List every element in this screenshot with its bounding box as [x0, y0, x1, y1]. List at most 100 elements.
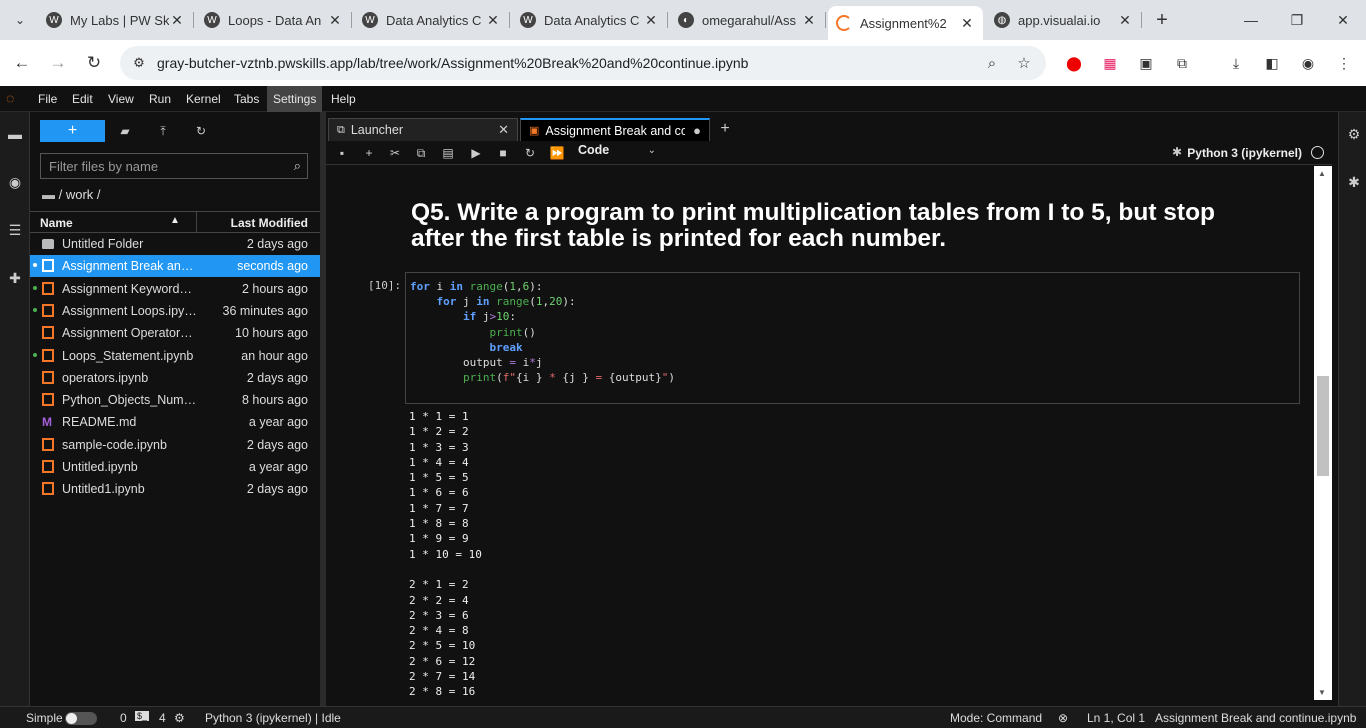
file-row[interactable]: Assignment Operators.i... 10 hours ago: [30, 322, 320, 344]
file-row[interactable]: Python_Objects_Numb... 8 hours ago: [30, 389, 320, 411]
new-tab-button[interactable]: +: [1150, 8, 1174, 32]
close-tab-icon[interactable]: ✕: [169, 12, 185, 29]
restore-icon[interactable]: ❐: [1282, 8, 1312, 32]
terminal-icon[interactable]: $_: [135, 711, 150, 721]
close-tab-icon[interactable]: ✕: [485, 12, 501, 29]
address-bar[interactable]: ⚙ gray-butcher-vztnb.pwskills.app/lab/tr…: [120, 46, 1046, 80]
menu-file[interactable]: File: [32, 86, 63, 112]
run-icon[interactable]: ▶: [467, 144, 485, 162]
column-divider[interactable]: [196, 212, 197, 232]
menu-kernel[interactable]: Kernel: [180, 86, 227, 112]
save-icon[interactable]: ▪: [333, 144, 351, 162]
url-text[interactable]: gray-butcher-vztnb.pwskills.app/lab/tree…: [157, 55, 748, 71]
close-tab-icon[interactable]: ✕: [1117, 12, 1133, 29]
scroll-down-icon[interactable]: ▼: [1318, 688, 1326, 697]
cursor-position[interactable]: Ln 1, Col 1: [1087, 711, 1145, 725]
close-tab-icon[interactable]: ✕: [498, 122, 509, 138]
close-tab-icon[interactable]: ✕: [801, 12, 817, 29]
browser-tab[interactable]: ◍ app.visualai.io ✕: [986, 6, 1142, 34]
tab-launcher[interactable]: ⧉ Launcher ✕: [328, 118, 518, 141]
chrome-menu-icon[interactable]: ⋮: [1334, 53, 1354, 73]
restart-icon[interactable]: ↻: [521, 144, 539, 162]
forward-icon[interactable]: →: [46, 51, 70, 75]
close-tab-icon[interactable]: ✕: [643, 12, 659, 29]
tab-search-icon[interactable]: ⌄: [8, 8, 32, 32]
restart-run-all-icon[interactable]: ⏩: [548, 144, 566, 162]
browser-tab[interactable]: Assignment%2 ✕: [828, 6, 983, 40]
debugger-icon[interactable]: ✱: [1172, 145, 1182, 159]
file-row[interactable]: Untitled Folder 2 days ago: [30, 233, 320, 255]
terminal-count[interactable]: 0: [120, 711, 127, 725]
profile-avatar[interactable]: ◉: [1298, 53, 1318, 73]
browser-tab[interactable]: W Loops - Data An ✕: [196, 6, 352, 34]
menu-tabs[interactable]: Tabs: [228, 86, 265, 112]
simple-mode-toggle[interactable]: [65, 712, 97, 725]
kernel-status-text[interactable]: Python 3 (ipykernel) | Idle: [205, 711, 341, 725]
browser-tab[interactable]: W Data Analytics C ✕: [354, 6, 510, 34]
insert-cell-icon[interactable]: +: [360, 144, 378, 162]
menu-view[interactable]: View: [102, 86, 140, 112]
cell-type-select[interactable]: Code ⌄: [578, 143, 656, 163]
refresh-icon[interactable]: ↻: [192, 120, 210, 142]
close-window-icon[interactable]: ✕: [1328, 8, 1358, 32]
notification-icon[interactable]: ⊗: [1058, 711, 1068, 725]
file-row[interactable]: operators.ipynb 2 days ago: [30, 367, 320, 389]
code-cell-editor[interactable]: for i in range(1,6): for j in range(1,20…: [405, 272, 1300, 404]
running-kernels-icon[interactable]: ◉: [5, 172, 25, 192]
reload-icon[interactable]: ↻: [82, 51, 106, 75]
scroll-up-icon[interactable]: ▲: [1318, 169, 1326, 178]
file-row[interactable]: Loops_Statement.ipynb an hour ago: [30, 345, 320, 367]
sort-caret-icon[interactable]: ▲: [170, 215, 180, 226]
file-filter-input[interactable]: [41, 154, 271, 178]
file-filter-field[interactable]: ⌕: [40, 153, 308, 179]
tab-notebook[interactable]: ▣ Assignment Break and contir ●: [520, 118, 710, 141]
new-folder-icon[interactable]: ▰: [116, 120, 134, 142]
close-tab-icon[interactable]: ✕: [327, 12, 343, 29]
kernel-name[interactable]: Python 3 (ipykernel): [1187, 146, 1302, 160]
file-row[interactable]: Assignment Break and c... seconds ago: [30, 255, 320, 278]
screen-extension-icon[interactable]: ▣: [1136, 53, 1156, 73]
extensions-puzzle-icon[interactable]: ⧉: [1172, 53, 1192, 73]
breadcrumb-path[interactable]: / work /: [59, 187, 101, 202]
browser-tab[interactable]: W Data Analytics C ✕: [512, 6, 668, 34]
unsaved-dot-icon[interactable]: ●: [693, 123, 701, 138]
cut-icon[interactable]: ✂: [386, 144, 404, 162]
menu-help[interactable]: Help: [325, 86, 362, 112]
menu-settings[interactable]: Settings: [267, 86, 323, 112]
browser-tab[interactable]: W My Labs | PW Sk ✕: [38, 6, 194, 34]
minimize-icon[interactable]: —: [1236, 8, 1266, 32]
stop-icon[interactable]: ■: [494, 144, 512, 162]
paste-icon[interactable]: ▤: [439, 144, 457, 162]
kernel-gear-icon[interactable]: ⚙: [174, 711, 185, 725]
file-row[interactable]: Assignment Loops.ipynb 36 minutes ago: [30, 300, 320, 322]
add-tab-icon[interactable]: +: [714, 118, 736, 140]
zoom-icon[interactable]: ⌕: [982, 54, 1002, 72]
folder-icon[interactable]: ▬: [5, 124, 25, 144]
site-info-icon[interactable]: ⚙: [130, 54, 148, 72]
menu-run[interactable]: Run: [143, 86, 177, 112]
kernel-count[interactable]: 4: [159, 711, 166, 725]
file-row[interactable]: Untitled.ipynb a year ago: [30, 456, 320, 478]
menu-edit[interactable]: Edit: [66, 86, 99, 112]
new-launcher-button[interactable]: +: [40, 120, 105, 142]
property-inspector-icon[interactable]: ⚙: [1344, 124, 1364, 144]
download-icon[interactable]: ⤓: [1226, 53, 1246, 73]
column-name-header[interactable]: Name: [40, 216, 73, 230]
notebook-scrollbar[interactable]: ▲ ▼: [1314, 166, 1332, 700]
file-row[interactable]: M README.md a year ago: [30, 411, 320, 433]
file-row[interactable]: Assignment Keywords.i... 2 hours ago: [30, 278, 320, 300]
browser-tab[interactable]: ◐ omegarahul/Ass ✕: [670, 6, 826, 34]
file-row[interactable]: Untitled1.ipynb 2 days ago: [30, 478, 320, 500]
debugger-panel-icon[interactable]: ✱: [1344, 172, 1364, 192]
extension-manager-icon[interactable]: ✚: [5, 268, 25, 288]
side-panel-icon[interactable]: ◧: [1262, 53, 1282, 73]
upload-icon[interactable]: ⤒: [154, 120, 172, 142]
bookmark-star-icon[interactable]: ☆: [1014, 54, 1034, 72]
table-of-contents-icon[interactable]: ☰: [5, 220, 25, 240]
back-icon[interactable]: ←: [10, 51, 34, 75]
scrollbar-thumb[interactable]: [1317, 376, 1329, 476]
opera-extension-icon[interactable]: ⬤: [1064, 53, 1084, 73]
colorful-extension-icon[interactable]: ▦: [1100, 53, 1120, 73]
file-row[interactable]: sample-code.ipynb 2 days ago: [30, 434, 320, 456]
breadcrumb[interactable]: ▬ / work /: [42, 187, 101, 202]
